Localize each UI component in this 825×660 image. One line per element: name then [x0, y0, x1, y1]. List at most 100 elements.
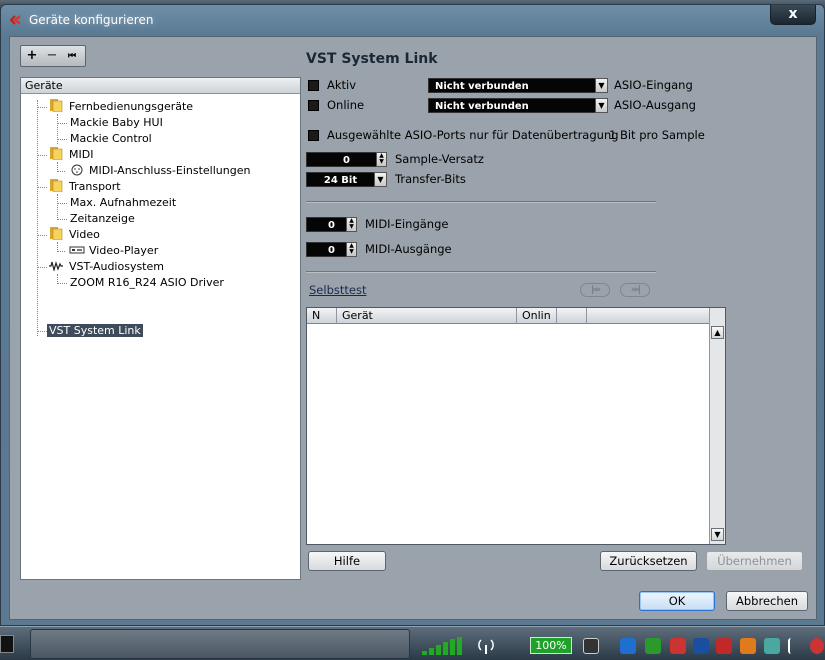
- tree-header[interactable]: Geräte: [21, 78, 300, 94]
- aktiv-label: Aktiv: [327, 78, 357, 92]
- folder-icon: [50, 147, 63, 160]
- column-header-geraet[interactable]: Gerät: [337, 308, 517, 324]
- last-device-button[interactable]: »»|: [620, 283, 650, 297]
- add-device-button[interactable]: +: [24, 48, 40, 64]
- ok-button[interactable]: OK: [639, 591, 715, 611]
- midi-outputs-label: MIDI-Ausgänge: [365, 242, 452, 256]
- dialog-client: + − ⏮ Geräte Fernbedienungsgeräte Mackie…: [9, 36, 817, 620]
- tree-item-label: VST-Audiosystem: [69, 260, 164, 273]
- remove-device-button[interactable]: −: [44, 48, 60, 64]
- separator: [306, 201, 656, 203]
- panel-title: VST System Link: [306, 51, 438, 67]
- bluetooth-icon[interactable]: [693, 638, 709, 654]
- column-header-online[interactable]: Onlin: [517, 308, 557, 324]
- midi-inputs-spinbox[interactable]: 0 ▲ ▼: [306, 217, 357, 232]
- asio-output-label: ASIO-Ausgang: [614, 98, 696, 112]
- close-button[interactable]: x: [770, 5, 816, 25]
- scroll-down-icon[interactable]: ▼: [711, 528, 724, 541]
- midi-outputs-value: 0: [328, 245, 335, 256]
- midi-inputs-label: MIDI-Eingänge: [365, 217, 449, 231]
- music-icon[interactable]: [645, 638, 661, 654]
- tree-item-zeitanzeige[interactable]: Zeitanzeige: [70, 211, 135, 227]
- sample-offset-value: 0: [343, 155, 350, 166]
- tree-item-label: Video: [69, 228, 100, 241]
- tree-item-midi[interactable]: MIDI: [49, 147, 93, 163]
- device-tree: Geräte Fernbedienungsgeräte Mackie Baby …: [20, 77, 301, 580]
- network-icon[interactable]: [764, 638, 780, 654]
- tree-item-video[interactable]: Video: [49, 227, 100, 243]
- online-checkbox[interactable]: [308, 100, 319, 111]
- transfer-bits-dropdown[interactable]: 24 Bit ▼: [306, 172, 387, 187]
- tree-item-label: Transport: [69, 180, 121, 193]
- tree-item-transport[interactable]: Transport: [49, 179, 121, 195]
- wireless-icon[interactable]: [476, 637, 496, 655]
- tree-item-vst-system-link[interactable]: VST System Link: [47, 323, 143, 339]
- reset-device-button[interactable]: ⏮: [64, 48, 80, 64]
- tree-item-label: MIDI: [69, 148, 94, 161]
- audio-waveform-icon: [49, 261, 63, 271]
- aktiv-dropdown-value: Nicht verbunden: [435, 81, 529, 92]
- reset-button[interactable]: Zurücksetzen: [600, 551, 697, 571]
- spin-arrows-icon[interactable]: ▲ ▼: [346, 217, 357, 232]
- tree-item-mackie-control[interactable]: Mackie Control: [70, 131, 152, 147]
- separator: [306, 271, 656, 273]
- tree-item-video-player[interactable]: Video-Player: [69, 243, 158, 259]
- taskbar-app-button[interactable]: [30, 629, 410, 659]
- signal-strength-icon[interactable]: [422, 637, 464, 655]
- plug-icon[interactable]: [583, 638, 599, 654]
- terminal-icon[interactable]: [0, 635, 14, 653]
- tree-item-label: ZOOM R16_R24 ASIO Driver: [70, 276, 224, 289]
- folder-icon: [50, 179, 63, 192]
- online-dropdown[interactable]: Nicht verbunden ▼: [428, 98, 608, 113]
- scroll-up-icon[interactable]: ▲: [711, 326, 724, 339]
- table-scrollbar[interactable]: ▲ ▼: [709, 308, 725, 544]
- sample-offset-spinbox[interactable]: 0 ▲ ▼: [306, 152, 387, 167]
- table-header: N Gerät Onlin: [307, 308, 710, 324]
- tree-item-max-aufnahmezeit[interactable]: Max. Aufnahmezeit: [70, 195, 176, 211]
- tree-item-label: Fernbedienungsgeräte: [69, 100, 194, 113]
- spin-arrows-icon[interactable]: ▲ ▼: [346, 242, 357, 257]
- cancel-button[interactable]: Abbrechen: [726, 591, 808, 611]
- aktiv-checkbox[interactable]: [308, 80, 319, 91]
- chevron-down-icon: ▼: [374, 172, 387, 187]
- column-header-extra[interactable]: [557, 308, 587, 324]
- tree-item-label: Mackie Control: [70, 132, 152, 145]
- title-bar[interactable]: Geräte konfigurieren x: [1, 5, 824, 35]
- antivirus-icon[interactable]: [670, 638, 686, 654]
- device-toolbar: + − ⏮: [20, 45, 86, 67]
- tree-item-mackie-baby-hui[interactable]: Mackie Baby HUI: [70, 115, 163, 131]
- app-tray-icon[interactable]: [740, 638, 756, 654]
- tree-item-fernbedienung[interactable]: Fernbedienungsgeräte: [49, 99, 193, 115]
- tree-item-vst-audiosystem[interactable]: VST-Audiosystem: [49, 259, 164, 275]
- help-button[interactable]: Hilfe: [308, 551, 386, 571]
- column-header-n[interactable]: N: [307, 308, 337, 324]
- transfer-bits-label: Transfer-Bits: [395, 172, 466, 186]
- selftest-link[interactable]: Selbsttest: [309, 283, 366, 297]
- midi-port-icon: [71, 164, 83, 176]
- aktiv-dropdown[interactable]: Nicht verbunden ▼: [428, 78, 608, 93]
- security-icon[interactable]: [620, 638, 636, 654]
- tree-item-label: Zeitanzeige: [70, 212, 135, 225]
- asio-input-label: ASIO-Eingang: [614, 78, 693, 92]
- folder-icon: [50, 227, 63, 240]
- midi-inputs-value: 0: [328, 220, 335, 231]
- tree-item-midi-settings[interactable]: MIDI-Anschluss-Einstellungen: [71, 163, 250, 179]
- next-device-button[interactable]: |»»: [580, 283, 610, 297]
- pdf-icon[interactable]: [716, 638, 732, 654]
- battery-indicator[interactable]: 100%: [530, 637, 572, 654]
- tree-item-zoom-driver[interactable]: ZOOM R16_R24 ASIO Driver: [70, 275, 224, 291]
- midi-outputs-spinbox[interactable]: 0 ▲ ▼: [306, 242, 357, 257]
- online-dropdown-value: Nicht verbunden: [435, 101, 529, 112]
- flag-icon[interactable]: [788, 638, 804, 654]
- chevron-down-icon: ▼: [595, 78, 608, 93]
- tree-item-label: VST System Link: [47, 324, 143, 337]
- ports-only-checkbox[interactable]: [308, 130, 319, 141]
- sample-offset-label: Sample-Versatz: [395, 152, 484, 166]
- apply-button[interactable]: Übernehmen: [706, 551, 803, 571]
- window-title: Geräte konfigurieren: [29, 13, 154, 27]
- spin-arrows-icon[interactable]: ▲ ▼: [376, 152, 387, 167]
- bits-per-sample-label: 1 Bit pro Sample: [609, 128, 705, 142]
- tree-item-label: MIDI-Anschluss-Einstellungen: [89, 164, 251, 177]
- device-table: N Gerät Onlin ▲ ▼: [306, 307, 726, 545]
- volume-muted-icon[interactable]: [810, 638, 824, 654]
